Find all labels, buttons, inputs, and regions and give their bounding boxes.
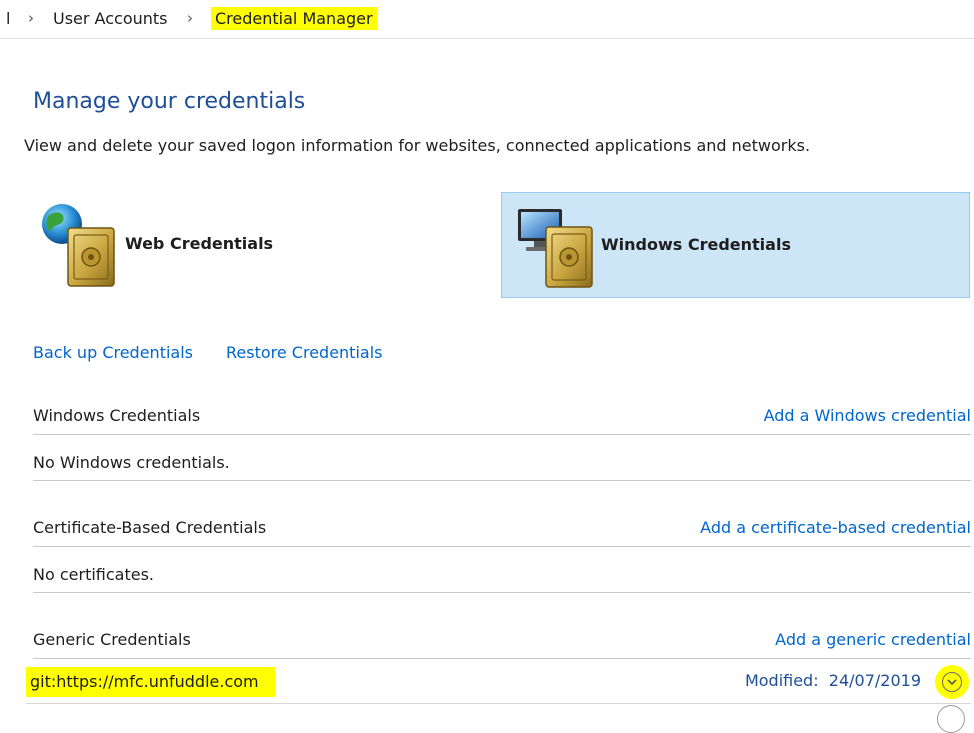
web-credentials-label: Web Credentials — [125, 234, 274, 253]
credential-name: git:https://mfc.unfuddle.com — [26, 667, 275, 697]
windows-credentials-section-header: Windows Credentials Add a Windows creden… — [33, 398, 971, 435]
breadcrumb-clipped-item[interactable]: l — [6, 9, 10, 28]
add-windows-credential-link[interactable]: Add a Windows credential — [764, 406, 971, 425]
page-description: View and delete your saved logon informa… — [24, 136, 811, 155]
expand-chevron-button[interactable] — [935, 665, 969, 699]
web-credentials-tile[interactable]: Web Credentials — [32, 192, 332, 298]
backup-credentials-link[interactable]: Back up Credentials — [33, 343, 193, 362]
breadcrumb-user-accounts[interactable]: User Accounts — [53, 9, 168, 28]
certificate-credentials-section-header: Certificate-Based Credentials Add a cert… — [33, 510, 971, 547]
certificate-credentials-empty-text: No certificates. — [33, 565, 154, 584]
certificate-credentials-list: No certificates. — [33, 556, 971, 593]
page-title: Manage your credentials — [33, 89, 306, 114]
modified-date: 24/07/2019 — [828, 671, 921, 690]
windows-credentials-list: No Windows credentials. — [33, 444, 971, 481]
windows-credentials-tile[interactable]: Windows Credentials — [501, 192, 970, 298]
certificate-credentials-section-title: Certificate-Based Credentials — [33, 518, 267, 537]
generic-credential-row[interactable]: git:https://mfc.unfuddle.com Modified: 2… — [26, 659, 971, 704]
chevron-down-icon — [942, 672, 962, 692]
restore-credentials-link[interactable]: Restore Credentials — [226, 343, 382, 362]
generic-credentials-section-title: Generic Credentials — [33, 630, 191, 649]
breadcrumb-separator: › — [187, 9, 193, 27]
breadcrumb-credential-manager[interactable]: Credential Manager — [211, 7, 377, 30]
generic-credentials-section-header: Generic Credentials Add a generic creden… — [33, 622, 971, 659]
globe-safe-icon — [38, 202, 118, 290]
add-certificate-credential-link[interactable]: Add a certificate-based credential — [700, 518, 971, 537]
add-generic-credential-link[interactable]: Add a generic credential — [775, 630, 971, 649]
next-row-expand-icon[interactable] — [937, 705, 965, 733]
windows-credentials-label: Windows Credentials — [601, 235, 791, 254]
modified-label: Modified: — [744, 671, 819, 690]
monitor-safe-icon — [516, 203, 596, 291]
breadcrumb-separator: › — [28, 9, 34, 27]
windows-credentials-empty-text: No Windows credentials. — [33, 453, 230, 472]
windows-credentials-section-title: Windows Credentials — [33, 406, 201, 425]
breadcrumb: l › User Accounts › Credential Manager — [0, 0, 974, 39]
credential-modified: Modified: 24/07/2019 — [745, 671, 921, 690]
